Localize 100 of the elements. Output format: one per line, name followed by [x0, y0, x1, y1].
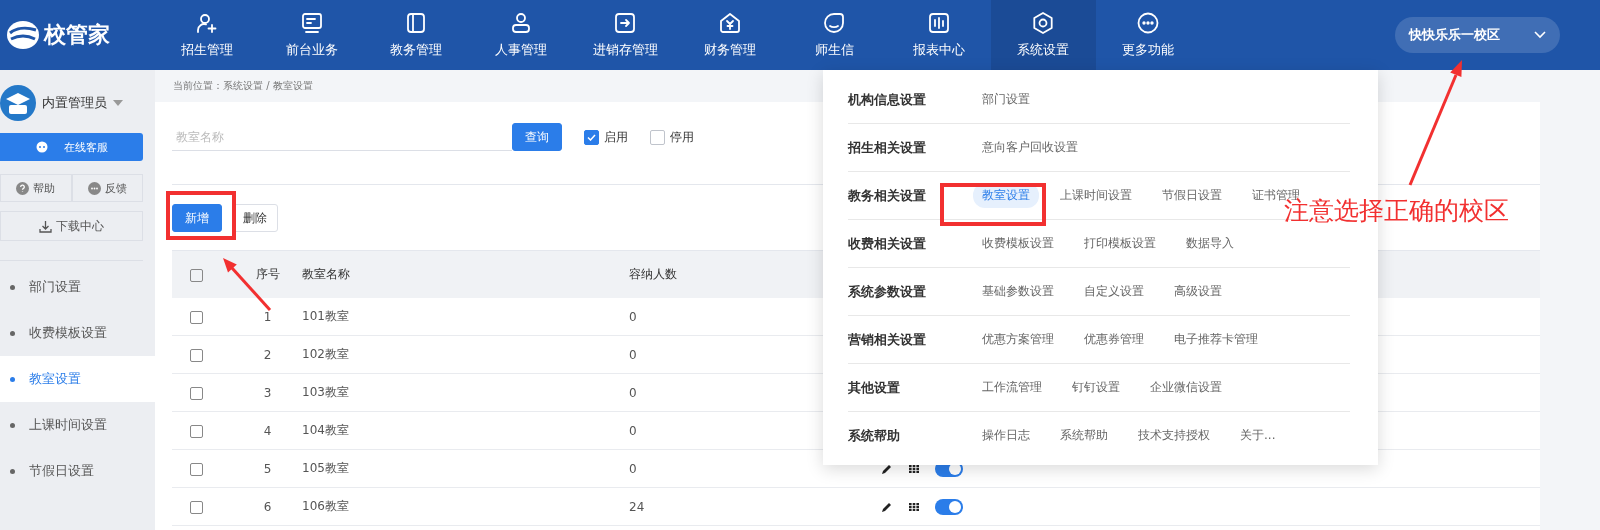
nav-tab[interactable]: 招生管理: [155, 0, 260, 70]
menu-group-label: 招生相关设置: [848, 138, 927, 157]
menu-link[interactable]: 收费模板设置: [973, 231, 1063, 256]
pencil-icon[interactable]: [881, 500, 893, 513]
menu-link[interactable]: 意向客户回收设置: [973, 135, 1087, 160]
table-cell: 4: [263, 423, 272, 438]
table-cell: 106教室: [302, 499, 349, 513]
sidebar-item[interactable]: 部门设置: [0, 264, 155, 310]
help-button[interactable]: 帮助: [0, 174, 72, 202]
checkbox[interactable]: [190, 462, 203, 476]
download-icon: [39, 219, 52, 233]
chat-icon: [35, 141, 48, 153]
table-cell: 6: [263, 499, 272, 514]
menu-link[interactable]: 基础参数设置: [973, 279, 1063, 304]
logo-text: 校管家: [44, 21, 110, 49]
table-cell: 101教室: [302, 309, 349, 323]
house-icon: [717, 11, 742, 35]
speech-icon: [87, 181, 101, 195]
checkbox[interactable]: [190, 310, 203, 324]
arrow-box-icon: [613, 11, 638, 35]
checkbox-label: 启用: [604, 128, 628, 146]
table-cell: 0: [629, 347, 637, 362]
breadcrumb: 当前位置：系统设置 / 教室设置: [173, 79, 313, 93]
nav-tab[interactable]: 进销存管理: [573, 0, 678, 70]
nav-tab[interactable]: 系统设置: [991, 0, 1096, 70]
table-cell: 0: [629, 385, 637, 400]
menu-link[interactable]: 关于...: [1231, 423, 1285, 448]
table-cell: 0: [629, 423, 637, 438]
column-header: 容纳人数: [629, 267, 677, 281]
logo-icon: [6, 20, 40, 50]
table-cell: 0: [629, 309, 637, 324]
table-cell: 2: [263, 347, 272, 362]
menu-link[interactable]: 工作流管理: [973, 375, 1051, 400]
nav-tab[interactable]: 更多功能: [1095, 0, 1200, 70]
menu-link[interactable]: 系统帮助: [1051, 423, 1117, 448]
menu-link[interactable]: 高级设置: [1165, 279, 1231, 304]
menu-link[interactable]: 操作日志: [973, 423, 1039, 448]
feedback-button[interactable]: 反馈: [71, 174, 143, 202]
sidebar-item[interactable]: 上课时间设置: [0, 402, 155, 448]
sidebar-item[interactable]: 收费模板设置: [0, 310, 155, 356]
menu-link[interactable]: 电子推荐卡管理: [1165, 327, 1267, 352]
nav-tab[interactable]: 前台业务: [259, 0, 364, 70]
menu-link[interactable]: 打印模板设置: [1075, 231, 1165, 256]
table-cell: 3: [263, 385, 272, 400]
nav-tab[interactable]: 师生信: [782, 0, 887, 70]
nav-tab[interactable]: 教务管理: [364, 0, 469, 70]
add-button[interactable]: 新增: [172, 204, 222, 232]
menu-link[interactable]: 自定义设置: [1075, 279, 1153, 304]
sidebar-item[interactable]: 节假日设置: [0, 448, 155, 494]
chevron-down-icon: [1534, 31, 1546, 39]
checkbox[interactable]: [190, 348, 203, 362]
checkbox[interactable]: [190, 424, 203, 438]
column-header: 序号: [255, 267, 280, 281]
grid-icon[interactable]: [909, 502, 919, 511]
menu-link[interactable]: 企业微信设置: [1141, 375, 1231, 400]
menu-group-label: 系统参数设置: [848, 282, 927, 301]
table-cell: 0: [629, 461, 637, 476]
menu-link[interactable]: 优惠券管理: [1075, 327, 1153, 352]
sidebar-item[interactable]: 教室设置: [0, 356, 155, 402]
table-cell: 24: [629, 499, 645, 514]
checkbox[interactable]: [190, 386, 203, 400]
column-header: 教室名称: [302, 267, 350, 281]
nav-tab[interactable]: 人事管理: [468, 0, 573, 70]
menu-group-label: 教务相关设置: [848, 186, 927, 205]
query-button[interactable]: 查询: [512, 123, 562, 151]
highlight-box: [166, 191, 236, 240]
menu-group-label: 营销相关设置: [848, 330, 927, 349]
table-cell: 103教室: [302, 385, 349, 399]
nav-tab[interactable]: 报表中心: [886, 0, 991, 70]
menu-group-label: 其他设置: [848, 378, 901, 397]
campus-selector[interactable]: 快快乐乐一校区: [1395, 17, 1560, 53]
menu-group-label: 机构信息设置: [848, 90, 927, 109]
pencil-icon[interactable]: [881, 462, 893, 475]
checkbox[interactable]: [190, 268, 203, 282]
checkbox-label: 停用: [670, 128, 694, 146]
menu-link[interactable]: 数据导入: [1177, 231, 1243, 256]
menu-group-label: 系统帮助: [848, 426, 901, 445]
nav-tab[interactable]: 财务管理: [677, 0, 782, 70]
menu-link[interactable]: 技术支持授权: [1129, 423, 1219, 448]
question-icon: [16, 181, 30, 195]
table-cell: 104教室: [302, 423, 349, 437]
menu-link[interactable]: 节假日设置: [1153, 183, 1231, 208]
toggle-switch[interactable]: [935, 498, 963, 515]
table-cell: 5: [263, 461, 272, 476]
user-name: 内置管理员: [42, 94, 107, 112]
menu-link[interactable]: 优惠方案管理: [973, 327, 1063, 352]
chat-bubble-icon: [822, 11, 847, 35]
checkbox[interactable]: [584, 129, 599, 145]
more-icon: [1135, 11, 1160, 35]
checkmark-icon: [587, 133, 596, 141]
checkbox[interactable]: [190, 500, 203, 514]
checkbox[interactable]: [650, 129, 665, 145]
menu-link[interactable]: 钉钉设置: [1063, 375, 1129, 400]
caret-icon[interactable]: [113, 100, 123, 106]
table-cell: 102教室: [302, 347, 349, 361]
menu-link[interactable]: 部门设置: [973, 87, 1039, 112]
table-cell: 1: [263, 309, 272, 324]
download-center-button[interactable]: 下载中心: [0, 211, 143, 241]
online-service-button[interactable]: 在线客服: [0, 133, 143, 161]
menu-link[interactable]: 上课时间设置: [1051, 183, 1141, 208]
